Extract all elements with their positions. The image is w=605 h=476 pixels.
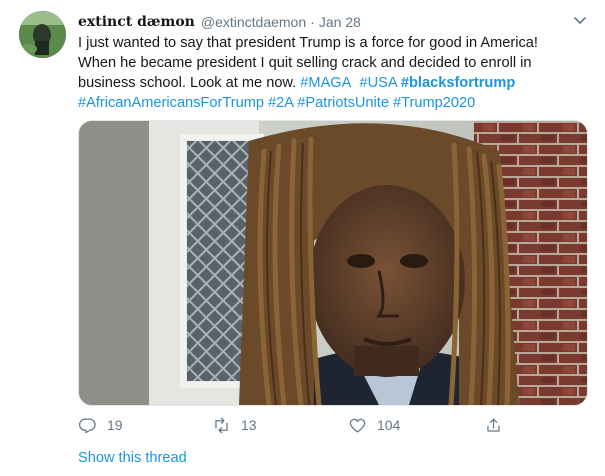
reply-count: 19	[107, 417, 123, 433]
tweet-header: extinct dæmon @extinctdaemon · Jan 28	[78, 12, 361, 32]
hashtag-patriotsunite[interactable]: #PatriotsUnite	[297, 95, 389, 111]
user-handle[interactable]: @extinctdaemon	[201, 14, 306, 30]
tweet-text-line-3-text: business school. Look at me now.	[78, 75, 297, 91]
hashtag-trump2020[interactable]: #Trump2020	[393, 95, 475, 111]
tweet-text: I just wanted to say that president Trum…	[78, 33, 593, 113]
separator-dot: ·	[310, 14, 315, 30]
tweet-text-line-3: business school. Look at me now. #MAGA #…	[78, 73, 593, 93]
heart-icon	[349, 418, 366, 432]
retweet-count: 13	[241, 417, 257, 433]
photo-image	[79, 121, 587, 405]
share-icon	[487, 418, 500, 432]
share-button[interactable]	[484, 414, 503, 436]
tweet: extinct dæmon @extinctdaemon · Jan 28 I …	[0, 0, 605, 476]
tweet-text-line-2: When he became president I quit selling …	[78, 55, 532, 71]
reply-icon	[79, 418, 96, 433]
retweet-icon	[215, 417, 228, 433]
avatar[interactable]	[19, 11, 66, 58]
tweet-text-line-1: I just wanted to say that president Trum…	[78, 35, 538, 51]
like-button[interactable]: 104	[348, 414, 400, 436]
retweet-button[interactable]: 13	[212, 414, 257, 436]
like-count: 104	[377, 417, 401, 433]
display-name[interactable]: extinct dæmon	[78, 14, 195, 30]
chevron-down-icon[interactable]	[570, 10, 590, 30]
hashtag-2a[interactable]: #2A	[268, 95, 293, 111]
tweet-date[interactable]: Jan 28	[319, 14, 361, 30]
hashtag-usa[interactable]: #USA	[360, 75, 397, 91]
hashtag-maga[interactable]: #MAGA	[300, 75, 351, 91]
tweet-actions: 19 13 104	[78, 414, 538, 436]
hashtag-africanamericansfortrump[interactable]: #AfricanAmericansForTrump	[78, 95, 264, 111]
hashtag-blacksfortrump[interactable]: #blacksfortrump	[401, 75, 515, 91]
tweet-photo[interactable]	[78, 120, 588, 406]
reply-button[interactable]: 19	[78, 414, 123, 436]
show-thread-link[interactable]: Show this thread	[78, 450, 187, 466]
tweet-text-line-4: #AfricanAmericansForTrump #2A #PatriotsU…	[78, 93, 593, 113]
avatar-image	[19, 11, 66, 58]
